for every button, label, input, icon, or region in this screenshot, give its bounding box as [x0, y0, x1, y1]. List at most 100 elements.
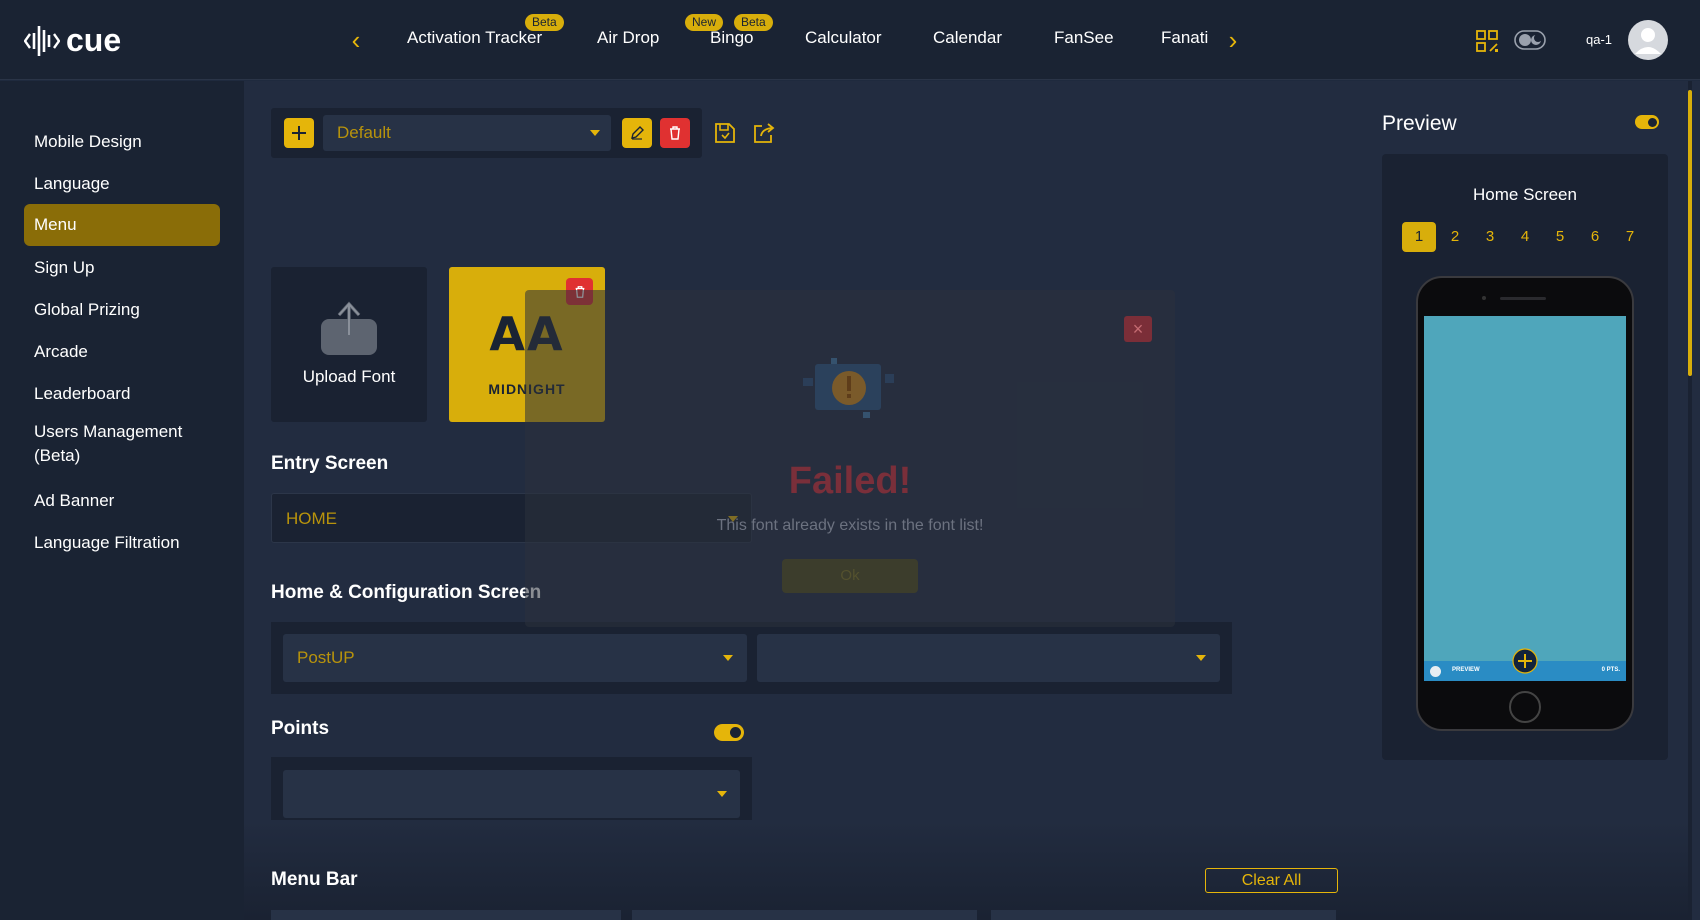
logo-icon [24, 25, 60, 56]
sidebar-item-label: Users Management (Beta) [34, 422, 183, 465]
entry-screen-value: HOME [286, 509, 337, 528]
share-export-icon[interactable] [752, 121, 776, 145]
delete-theme-button[interactable] [660, 118, 690, 148]
sidebar-item-users-management[interactable]: Users Management (Beta) [24, 420, 194, 468]
sidebar: Mobile Design Language Menu Sign Up Glob… [0, 81, 244, 920]
tab-fanati[interactable]: Fanati [1161, 28, 1208, 48]
menu-bar-section [244, 820, 1688, 920]
close-icon[interactable]: × [1124, 316, 1152, 342]
upload-font-label: Upload Font [302, 367, 396, 386]
preview-page-6[interactable]: 6 [1578, 222, 1612, 252]
sidebar-item-label: Arcade [34, 342, 88, 361]
preview-page-4[interactable]: 4 [1508, 222, 1542, 252]
theme-select-value: Default [337, 123, 391, 142]
profile-dot [1430, 666, 1441, 677]
tab-bingo[interactable]: Bingo [710, 28, 753, 48]
tab-calculator[interactable]: Calculator [805, 28, 882, 48]
beta-badge: Beta [734, 14, 773, 31]
phone-bar-label: PREVIEW [1452, 667, 1480, 673]
preview-page-1[interactable]: 1 [1402, 222, 1436, 252]
tab-air-drop[interactable]: Air Drop [597, 28, 659, 48]
scrollbar-thumb[interactable] [1688, 90, 1692, 376]
points-title: Points [271, 718, 330, 739]
sidebar-item-menu[interactable]: Menu [24, 204, 220, 246]
chevron-down-icon [723, 655, 733, 661]
beta-badge: Beta [525, 14, 564, 31]
modal-title: Failed! [788, 460, 912, 502]
sidebar-item-mobile-design[interactable]: Mobile Design [24, 121, 220, 163]
sidebar-item-global-prizing[interactable]: Global Prizing [24, 289, 220, 331]
sidebar-item-label: Sign Up [34, 258, 95, 277]
preview-toggle[interactable] [1635, 115, 1659, 129]
tab-activation-tracker[interactable]: Activation Tracker [407, 28, 542, 48]
home-config-value-1: PostUP [297, 648, 355, 667]
tab-calendar[interactable]: Calendar [933, 28, 1002, 48]
new-badge: New [685, 14, 724, 31]
nav-prev-arrow-icon[interactable]: ‹ [344, 26, 368, 54]
points-select[interactable] [283, 770, 740, 818]
app-logo[interactable]: cue [24, 22, 121, 59]
plus-icon [292, 126, 306, 140]
preview-page-2[interactable]: 2 [1438, 222, 1472, 252]
menu-bar-slot[interactable] [632, 910, 977, 920]
sidebar-item-label: Leaderboard [34, 384, 131, 403]
dark-mode-toggle-icon[interactable] [1514, 30, 1546, 50]
modal-message: This font already exists in the font lis… [716, 517, 984, 534]
phone-camera [1482, 296, 1486, 300]
phone-screen [1424, 316, 1626, 681]
preview-screen-title: Home Screen [1473, 185, 1577, 204]
preview-title: Preview [1382, 112, 1457, 135]
sidebar-item-sign-up[interactable]: Sign Up [24, 247, 220, 289]
upload-font-card[interactable]: Upload Font [271, 267, 427, 422]
tab-fansee[interactable]: FanSee [1054, 28, 1114, 48]
points-toggle[interactable] [714, 724, 744, 741]
chevron-down-icon [590, 130, 600, 136]
preview-page-5[interactable]: 5 [1543, 222, 1577, 252]
sidebar-item-leaderboard[interactable]: Leaderboard [24, 373, 220, 415]
user-icon [1635, 28, 1661, 54]
warning-illustration-icon [803, 358, 894, 418]
menu-bar-title: Menu Bar [271, 869, 358, 890]
save-file-icon[interactable] [714, 121, 736, 145]
sidebar-item-language-filtration[interactable]: Language Filtration [24, 522, 220, 564]
sidebar-item-language[interactable]: Language [24, 163, 220, 205]
phone-speaker [1500, 297, 1546, 300]
home-config-select-1[interactable]: PostUP [283, 634, 747, 682]
chevron-down-icon [717, 791, 727, 797]
entry-screen-title: Entry Screen [271, 453, 389, 474]
chevron-down-icon [1196, 655, 1206, 661]
sidebar-item-label: Mobile Design [34, 132, 142, 151]
pencil-icon [631, 126, 644, 140]
qr-code-icon[interactable] [1475, 29, 1501, 55]
sidebar-item-label: Language [34, 174, 110, 193]
sidebar-item-label: Menu [34, 215, 77, 234]
upload-icon [321, 301, 377, 355]
logo-text: cue [66, 22, 122, 58]
sidebar-item-label: Global Prizing [34, 300, 140, 319]
preview-page-7[interactable]: 7 [1613, 222, 1647, 252]
theme-select[interactable]: Default [323, 115, 611, 151]
add-theme-button[interactable] [284, 118, 314, 148]
user-name: qa-1 [1586, 32, 1613, 47]
phone-points-label: 0 PTS. [1601, 667, 1620, 673]
nav-next-arrow-icon[interactable]: › [1221, 26, 1245, 54]
ok-button[interactable]: Ok [782, 559, 918, 593]
clear-all-button[interactable]: Clear All [1205, 868, 1338, 893]
phone-plus-icon [1512, 648, 1538, 674]
sidebar-item-ad-banner[interactable]: Ad Banner [24, 480, 220, 522]
preview-page-3[interactable]: 3 [1473, 222, 1507, 252]
sidebar-item-label: Language Filtration [34, 533, 180, 552]
trash-icon [670, 126, 680, 140]
menu-bar-slot[interactable] [991, 910, 1336, 920]
app-tabs: Activation Tracker Air Drop Bingo Calcul… [384, 28, 1214, 52]
sidebar-item-label: Ad Banner [34, 491, 115, 510]
menu-bar-slot[interactable] [271, 910, 621, 920]
toggle-knob [1648, 117, 1657, 127]
top-navigation-bar: cue ‹ Activation Tracker Air Drop Bingo … [0, 0, 1700, 80]
user-avatar[interactable] [1628, 20, 1668, 60]
edit-theme-button[interactable] [622, 118, 652, 148]
phone-home-button [1509, 691, 1541, 723]
sidebar-item-arcade[interactable]: Arcade [24, 331, 220, 373]
home-config-select-2[interactable] [757, 634, 1220, 682]
toggle-knob [730, 727, 741, 738]
